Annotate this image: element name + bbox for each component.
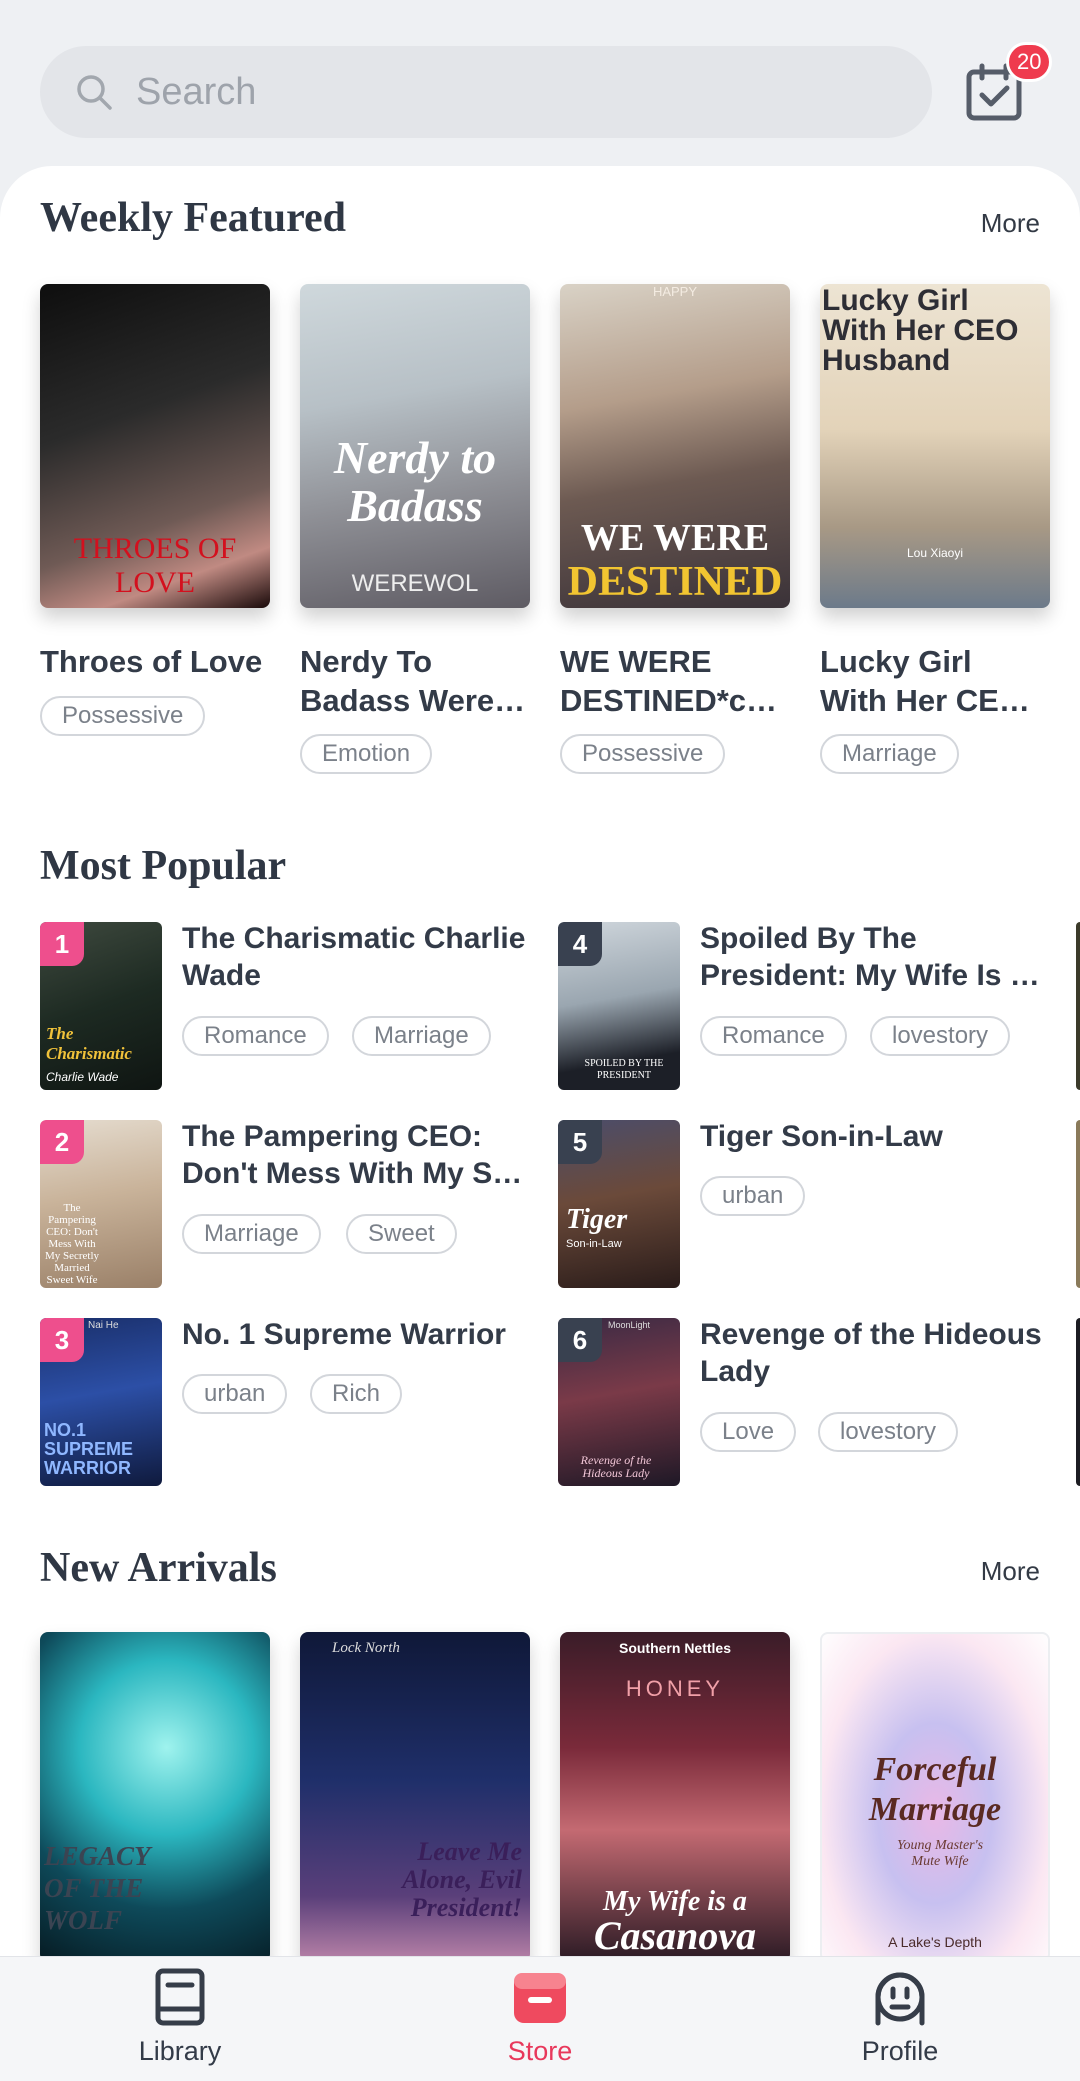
cover-small-text: Lock North — [332, 1640, 400, 1656]
cover-title-text: WE WERE — [580, 517, 770, 559]
weekly-featured-title: Weekly Featured — [40, 195, 347, 241]
weekly-more-link[interactable]: More — [981, 208, 1040, 239]
popular-cover-3[interactable]: 3 Nai He NO.1 SUPREME WARRIOR — [40, 1318, 162, 1486]
cover-title-text: The Pampering CEO: Don't Mess With My Se… — [44, 1202, 100, 1286]
cover-title-text: Revenge of the Hideous Lady — [580, 1453, 652, 1480]
popular-title[interactable]: Revenge of the Hideous Lady — [700, 1316, 1050, 1390]
cover-small-text: Southern Nettles — [618, 1640, 731, 1656]
cover-title-text: Leave Me Alone, Evil President! — [402, 1837, 522, 1922]
cover-title-text: Forceful Marriage — [868, 1751, 1002, 1828]
nav-library[interactable]: Library — [80, 1967, 280, 2067]
book-tag[interactable]: Marriage — [352, 1016, 491, 1056]
most-popular-title: Most Popular — [40, 843, 287, 889]
popular-title[interactable]: Spoiled By The President: My Wife Is … — [700, 920, 1050, 994]
cover-small-text: HAPPY — [652, 284, 698, 299]
popular-next-column-peek — [1076, 1318, 1080, 1486]
popular-title[interactable]: Tiger Son-in-Law — [700, 1118, 1050, 1155]
cover-title-text: Nerdy to Badass — [333, 432, 497, 531]
cover-small-text: Nai He — [88, 1320, 119, 1331]
cover-subtitle-text: Charlie Wade — [46, 1070, 119, 1084]
rank-badge: 3 — [40, 1318, 84, 1362]
book-tag[interactable]: Emotion — [300, 734, 433, 774]
book-cover-lucky-girl[interactable]: Lucky Girl With Her CEO Husband Lou Xiao… — [820, 284, 1050, 608]
book-title[interactable]: Lucky Girl With Her CEO… — [820, 642, 1052, 720]
book-tag[interactable]: Marriage — [820, 734, 959, 774]
cover-subtitle-text: WEREWOL — [351, 570, 479, 597]
arrivals-more-link[interactable]: More — [981, 1556, 1040, 1587]
rank-badge: 2 — [40, 1120, 84, 1164]
rank-badge: 1 — [40, 922, 84, 966]
rank-badge: 5 — [558, 1120, 602, 1164]
new-arrivals-title: New Arrivals — [40, 1545, 277, 1591]
book-tag[interactable]: lovestory — [818, 1412, 959, 1452]
cover-title-text: SPOILED BY THE PRESIDENT — [584, 1058, 664, 1081]
book-tag[interactable]: Marriage — [182, 1214, 321, 1254]
book-cover-we-were-destined[interactable]: HAPPY WE WERE DESTINED — [560, 284, 790, 608]
search-icon — [77, 75, 112, 110]
book-tag[interactable]: Sweet — [346, 1214, 457, 1254]
arrival-cover-3[interactable]: Southern Nettles HONEY My Wife is a Casa… — [560, 1632, 790, 1956]
cover-subtitle-text: Son-in-Law — [566, 1238, 622, 1250]
cover-author-text: A Lake's Depth — [888, 1934, 982, 1950]
book-tag[interactable]: lovestory — [870, 1016, 1011, 1056]
rank-badge: 6 — [558, 1318, 602, 1362]
arrival-cover-2[interactable]: Lock North Leave Me Alone, Evil Presiden… — [300, 1632, 530, 1956]
store-content: Weekly Featured More THROES OF LOVE Thro… — [0, 166, 1080, 1956]
arrival-cover-1[interactable]: LEGACY OF THE WOLF — [40, 1632, 270, 1956]
book-tag[interactable]: Romance — [182, 1016, 329, 1056]
nav-store[interactable]: Store — [440, 1967, 640, 2067]
book-tag[interactable]: Love — [700, 1412, 797, 1452]
nav-profile[interactable]: Profile — [800, 1967, 1000, 2067]
popular-cover-2[interactable]: 2 The Pampering CEO: Don't Mess With My … — [40, 1120, 162, 1288]
book-tag[interactable]: Romance — [700, 1016, 847, 1056]
top-bar: Search 20 — [0, 0, 1080, 170]
cover-title-text: Lucky Girl With Her CEO Husband — [822, 284, 1019, 377]
cover-title-text: Tiger — [566, 1204, 628, 1235]
checkin-badge: 20 — [1006, 42, 1053, 82]
rank-badge: 4 — [558, 922, 602, 966]
cover-subtitle-text: Young Master's Mute Wife — [896, 1838, 984, 1869]
book-tag[interactable]: urban — [182, 1374, 288, 1414]
cover-mid-text: HONEY — [625, 1676, 725, 1701]
cover-title-text: The Charismatic — [46, 1024, 132, 1063]
book-tag[interactable]: Rich — [310, 1374, 403, 1414]
cover-title-text-2: Casanova — [593, 1913, 757, 1956]
book-title[interactable]: WE WERE DESTINED*co… — [560, 642, 792, 720]
popular-cover-4[interactable]: 4 SPOILED BY THE PRESIDENT — [558, 922, 680, 1090]
nav-library-label: Library — [138, 2036, 222, 2066]
popular-title[interactable]: The Pampering CEO: Don't Mess With My Se… — [182, 1118, 532, 1192]
nav-profile-label: Profile — [861, 2036, 939, 2066]
cover-author-text: Lou Xiaoyi — [906, 546, 964, 560]
popular-next-column-peek — [1076, 1120, 1080, 1288]
book-tag[interactable]: Possessive — [40, 696, 206, 736]
book-title[interactable]: Nerdy To Badass Were… — [300, 642, 532, 720]
popular-cover-6[interactable]: 6 MoonLight Revenge of the Hideous Lady — [558, 1318, 680, 1486]
book-cover-throes-of-love[interactable]: THROES OF LOVE — [40, 284, 270, 608]
book-icon — [155, 1968, 205, 2026]
cover-title-text-2: DESTINED — [567, 559, 783, 605]
profile-face-icon — [875, 1972, 925, 2026]
search-placeholder: Search — [136, 70, 257, 113]
cover-title-text: LEGACY OF THE WOLF — [44, 1841, 150, 1935]
popular-cover-5[interactable]: 5 Tiger Son-in-Law — [558, 1120, 680, 1288]
book-title[interactable]: Throes of Love — [40, 642, 272, 681]
arrival-cover-4[interactable]: Forceful Marriage Young Master's Mute Wi… — [820, 1632, 1050, 1956]
cover-title-text: NO.1 SUPREME WARRIOR — [44, 1420, 134, 1478]
cover-title-text: THROES OF LOVE — [73, 532, 237, 599]
popular-cover-1[interactable]: 1 The Charismatic Charlie Wade — [40, 922, 162, 1090]
popular-title[interactable]: The Charismatic Charlie Wade — [182, 920, 532, 994]
popular-next-column-peek — [1076, 922, 1080, 1090]
popular-title[interactable]: No. 1 Supreme Warrior — [182, 1316, 532, 1353]
cover-small-text: MoonLight — [608, 1320, 651, 1330]
book-tag[interactable]: urban — [700, 1176, 806, 1216]
book-cover-nerdy-to-badass[interactable]: Nerdy to Badass WEREWOL — [300, 284, 530, 608]
nav-store-label: Store — [507, 2036, 573, 2066]
book-tag[interactable]: Possessive — [560, 734, 726, 774]
bottom-navigation: Library Store Profile — [0, 1956, 1080, 2081]
store-icon — [514, 1973, 566, 2023]
search-bar[interactable]: Search — [40, 46, 932, 138]
